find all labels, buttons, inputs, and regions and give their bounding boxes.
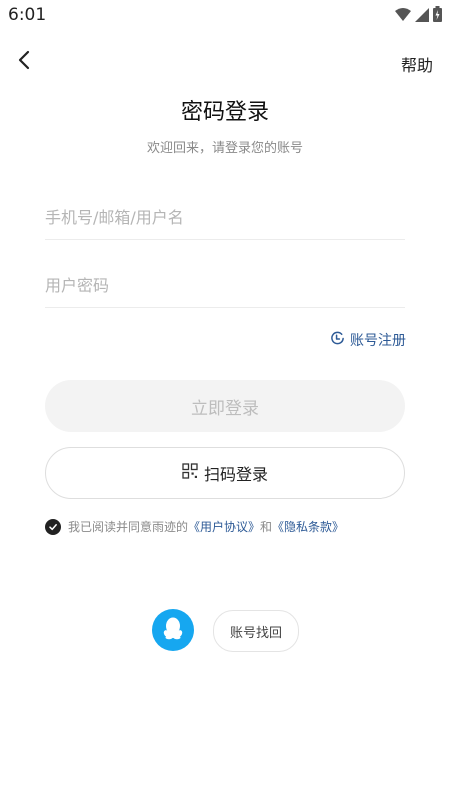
- qrcode-icon: [182, 463, 198, 483]
- wifi-icon: [395, 7, 411, 26]
- user-agreement-link[interactable]: 《用户协议》: [188, 518, 260, 535]
- register-label: 账号注册: [350, 333, 406, 349]
- register-icon: [330, 331, 345, 350]
- qq-icon: [162, 616, 184, 644]
- back-button[interactable]: [10, 48, 38, 76]
- battery-icon: [433, 6, 442, 26]
- scan-login-button[interactable]: 扫码登录: [45, 447, 405, 499]
- login-button[interactable]: 立即登录: [45, 380, 405, 432]
- qq-login-button[interactable]: [152, 609, 194, 651]
- help-link[interactable]: 帮助: [401, 52, 433, 76]
- privacy-policy-link[interactable]: 《隐私条款》: [272, 518, 344, 535]
- scan-login-label: 扫码登录: [203, 465, 268, 484]
- status-icons: [395, 6, 442, 26]
- account-input[interactable]: [45, 195, 405, 240]
- page-title: 密码登录: [180, 100, 269, 125]
- register-link[interactable]: 账号注册: [330, 330, 406, 350]
- signal-icon: [415, 7, 429, 26]
- password-input[interactable]: [45, 263, 405, 308]
- back-arrow-icon: [17, 50, 31, 74]
- agreement-checkbox[interactable]: [45, 518, 61, 535]
- recover-account-button[interactable]: 账号找回: [213, 610, 299, 652]
- status-time: 6:01: [8, 5, 47, 25]
- status-bar: 6:01: [0, 0, 450, 32]
- agreement-and: 和: [260, 520, 273, 534]
- agreement-row: 我已阅读并同意雨迹的 《用户协议》 和 《隐私条款》: [45, 518, 344, 535]
- page-subtitle: 欢迎回来，请登录您的账号: [146, 141, 303, 156]
- agreement-prefix: 我已阅读并同意雨迹的: [68, 520, 189, 534]
